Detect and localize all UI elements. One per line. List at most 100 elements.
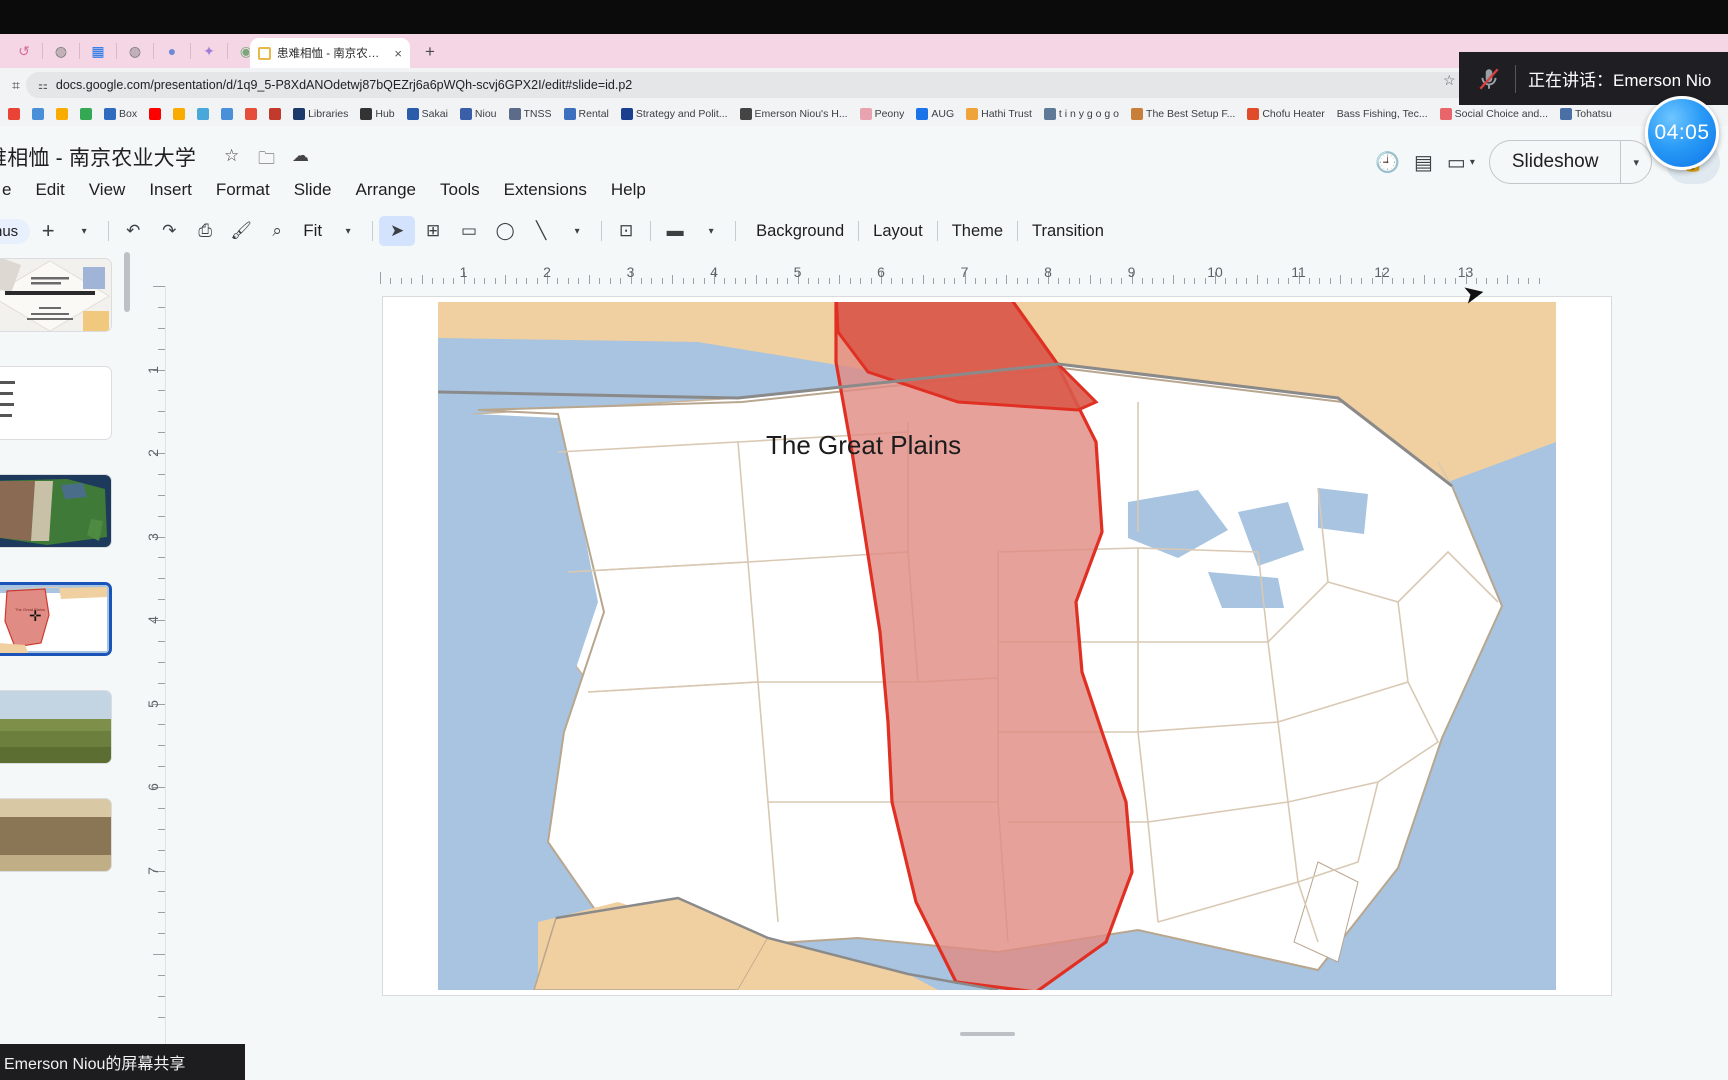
line-caret-icon[interactable]: ▾	[559, 216, 595, 246]
menu-extensions[interactable]: Extensions	[492, 176, 599, 204]
chat-bubble-icon[interactable]: ●	[154, 34, 190, 68]
add-slide-button[interactable]: +	[30, 216, 66, 246]
zoom-level[interactable]: Fit	[295, 221, 330, 241]
close-icon[interactable]: ×	[394, 46, 402, 61]
chofu-icon	[1247, 108, 1260, 120]
bookmark-item[interactable]: Peony	[854, 103, 911, 125]
paint-format-icon[interactable]: 🖌	[223, 216, 259, 246]
list-item[interactable]	[0, 798, 112, 872]
new-slide-icon[interactable]: ⊡	[608, 216, 644, 246]
move-to-folder-icon[interactable]: 🗀	[258, 146, 275, 175]
bookmark-item[interactable]: Social Choice and...	[1434, 103, 1554, 125]
bookmark-item[interactable]: AUG	[910, 103, 960, 125]
slide-text-label[interactable]: The Great Plains	[766, 430, 961, 461]
menu-arrange[interactable]: Arrange	[344, 176, 428, 204]
globe-icon[interactable]: ◍	[43, 34, 79, 68]
bookmark-item[interactable]	[191, 103, 215, 125]
address-bar[interactable]: ⚏ docs.google.com/presentation/d/1q9_5-P…	[26, 72, 1504, 98]
meet-icon[interactable]: ▭ ▾	[1447, 150, 1475, 175]
bookmark-item[interactable]: Chofu Heater	[1241, 103, 1330, 125]
list-item[interactable]: The Great Plains ✛	[0, 582, 112, 656]
line-icon[interactable]: ╲	[523, 216, 559, 246]
bookmark-item[interactable]: Hub	[354, 103, 400, 125]
version-history-icon[interactable]: 🕘	[1375, 150, 1400, 175]
sparkle-icon[interactable]: ✦	[191, 34, 227, 68]
shape-icon[interactable]: ◯	[487, 216, 523, 246]
bookmark-item[interactable]: Rental	[558, 103, 615, 125]
cloud-saved-icon[interactable]: ☁	[292, 146, 309, 166]
zoom-caret-icon[interactable]: ▾	[330, 216, 366, 246]
bookmark-item[interactable]	[2, 103, 26, 125]
filmstrip-scrollbar[interactable]	[124, 252, 130, 312]
menu-insert[interactable]: Insert	[137, 176, 204, 204]
bookmark-item[interactable]: The Best Setup F...	[1125, 103, 1241, 125]
list-item[interactable]	[0, 258, 112, 332]
new-tab-button[interactable]: +	[425, 42, 435, 62]
bookmark-item[interactable]: Emerson Niou's H...	[734, 103, 854, 125]
menu-help[interactable]: Help	[599, 176, 658, 204]
bookmark-item[interactable]: Box	[98, 103, 143, 125]
menus-chip[interactable]: nus	[0, 218, 31, 244]
list-item[interactable]	[0, 474, 112, 548]
image-icon[interactable]: ▭	[451, 216, 487, 246]
bookmark-item[interactable]: t i n y g o g o	[1038, 103, 1125, 125]
theme-button[interactable]: Theme	[938, 222, 1017, 241]
bookmark-item[interactable]: TNSS	[503, 103, 558, 125]
slide-filmstrip[interactable]: The Great Plains ✛	[0, 258, 130, 1044]
bookmark-item[interactable]	[143, 103, 167, 125]
bookmark-item[interactable]: Libraries	[287, 103, 354, 125]
tune-icon[interactable]: ⚏	[38, 79, 48, 92]
menu-e[interactable]: e	[0, 176, 23, 204]
menu-tools[interactable]: Tools	[428, 176, 492, 204]
textbox-icon[interactable]: ⊞	[415, 216, 451, 246]
sheets-icon[interactable]: ▦	[80, 34, 116, 68]
bookmark-item[interactable]	[26, 103, 50, 125]
back-icon[interactable]: ↺	[6, 34, 42, 68]
transition-button[interactable]: Transition	[1018, 222, 1118, 241]
zoom-icon[interactable]: ⌕	[259, 216, 295, 246]
bookmark-item[interactable]: Tohatsu	[1554, 103, 1618, 125]
ruler-tick	[158, 933, 165, 935]
select-icon[interactable]: ➤	[379, 216, 416, 246]
menu-view[interactable]: View	[77, 176, 138, 204]
menu-format[interactable]: Format	[204, 176, 282, 204]
ruler-tick	[1037, 278, 1039, 284]
bookmark-item[interactable]: Niou	[454, 103, 503, 125]
menu-edit[interactable]: Edit	[23, 176, 76, 204]
slide-map-image[interactable]	[438, 302, 1556, 990]
undo-icon[interactable]: ↶	[115, 216, 151, 246]
menu-slide[interactable]: Slide	[282, 176, 344, 204]
background-button[interactable]: Background	[742, 222, 858, 241]
globe2-icon[interactable]: ◍	[117, 34, 153, 68]
bookmark-item[interactable]	[167, 103, 191, 125]
document-title[interactable]: 难相恤 - 南京农业大学	[0, 142, 196, 172]
slideshow-button[interactable]: Slideshow ▾	[1488, 140, 1652, 184]
bookmark-star-icon[interactable]: ☆	[1443, 72, 1456, 89]
transition-caret-icon[interactable]: ▾	[693, 216, 729, 246]
bookmark-item[interactable]	[50, 103, 74, 125]
print-icon[interactable]: ⎙	[187, 216, 223, 246]
bookmark-item[interactable]: Sakai	[401, 103, 454, 125]
bookmark-item[interactable]	[239, 103, 263, 125]
slideshow-caret-icon[interactable]: ▾	[1621, 156, 1651, 169]
layout-button[interactable]: Layout	[859, 222, 937, 241]
transition-icon[interactable]: ▬	[657, 216, 693, 246]
bookmark-item[interactable]	[263, 103, 287, 125]
browser-tab[interactable]: 患难相恤 - 南京农业大学 - Goo ×	[250, 38, 410, 68]
comment-icon[interactable]: ▤	[1414, 150, 1433, 175]
list-item[interactable]	[0, 690, 112, 764]
ruler-tick	[1256, 275, 1258, 284]
bookmark-item[interactable]: Bass Fishing, Tec...	[1331, 103, 1434, 125]
ruler-tick	[158, 661, 165, 663]
star-icon[interactable]: ☆	[224, 146, 239, 166]
bookmark-item[interactable]	[215, 103, 239, 125]
list-item[interactable]	[0, 366, 112, 440]
canvas-scrollbar[interactable]	[960, 1032, 1015, 1036]
bookmark-item[interactable]	[74, 103, 98, 125]
add-slide-caret-icon[interactable]: ▾	[66, 216, 102, 246]
redo-icon[interactable]: ↷	[151, 216, 187, 246]
ruler-tick	[933, 278, 935, 284]
ruler-tick	[693, 278, 695, 284]
bookmark-item[interactable]: Strategy and Polit...	[615, 103, 734, 125]
bookmark-item[interactable]: Hathi Trust	[960, 103, 1038, 125]
